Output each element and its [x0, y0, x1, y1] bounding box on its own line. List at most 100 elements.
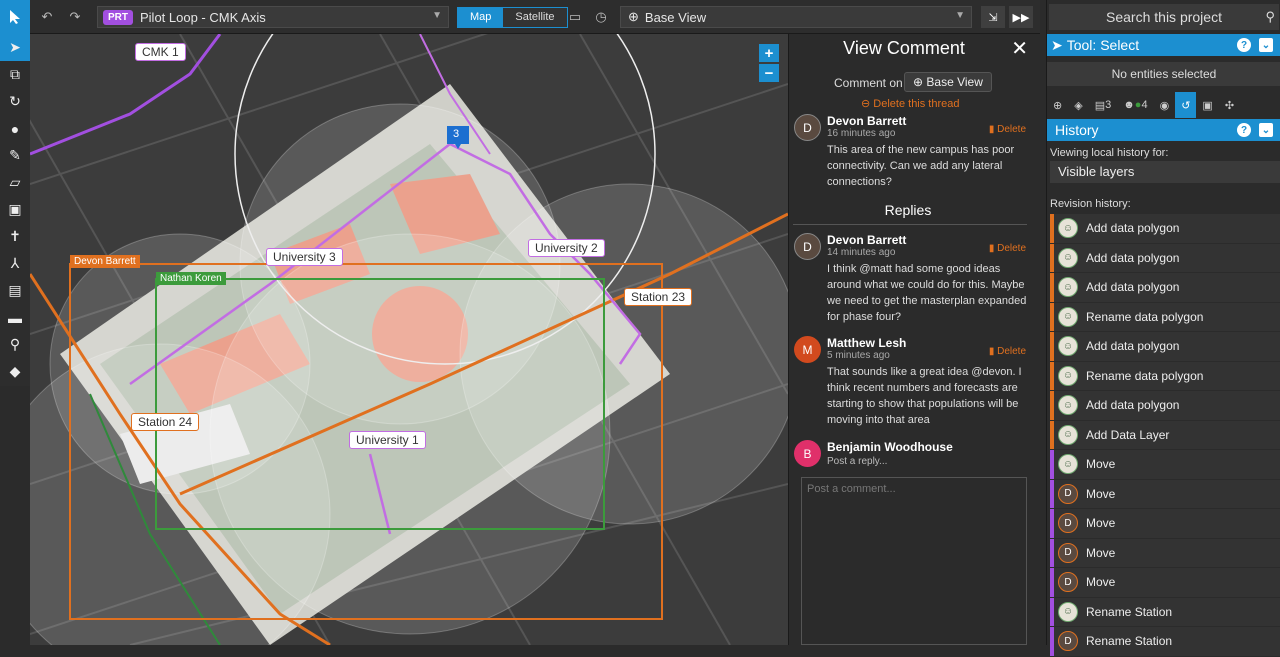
timer-button[interactable]: ◷	[592, 6, 610, 28]
tool-draw[interactable]: ✎	[0, 142, 30, 169]
redo-button[interactable]: ↷	[66, 6, 84, 28]
tab-plugins[interactable]: ✣	[1219, 92, 1240, 118]
station-label-station24[interactable]: Station 24	[131, 413, 200, 431]
marker-count[interactable]: 3	[453, 128, 459, 140]
revision-item[interactable]: ☺ Add data polygon	[1050, 332, 1280, 362]
online-dot-icon: ●	[1134, 99, 1142, 111]
station-label-university1[interactable]: University 1	[349, 431, 426, 449]
comment-text: This area of the new campus has poor con…	[827, 144, 1015, 188]
post-comment-input[interactable]: Post a comment...	[801, 477, 1027, 645]
comment-delete-link[interactable]: ▮ Delete	[989, 124, 1026, 135]
revision-item[interactable]: D Move	[1050, 509, 1280, 539]
tab-users[interactable]: ☻ ● 4	[1117, 92, 1153, 118]
avatar: M	[794, 336, 821, 363]
revision-item[interactable]: D Move	[1050, 538, 1280, 568]
tool-rotate[interactable]: ↻	[0, 88, 30, 115]
revision-item[interactable]: ☺ Add data polygon	[1050, 391, 1280, 421]
revision-item[interactable]: ☺ Move	[1050, 450, 1280, 480]
tool-select[interactable]: ➤	[0, 34, 30, 61]
avatar: ☺	[1058, 454, 1078, 475]
compress-icon: ⇲	[988, 11, 998, 24]
tool-search[interactable]: ⚲	[0, 331, 30, 358]
avatar: D	[1058, 542, 1078, 563]
tool-copy[interactable]: ⧉	[0, 61, 30, 88]
tab-history[interactable]: ↺	[1175, 92, 1197, 118]
comment-on-label: Comment on	[834, 76, 903, 90]
avatar: ☺	[1058, 424, 1078, 445]
map-button[interactable]: Map	[458, 8, 504, 27]
zoom-in-button[interactable]: +	[759, 44, 779, 62]
map-type-toggle: Map Satellite	[457, 7, 568, 28]
tool-route[interactable]: ⅄	[0, 250, 30, 277]
revision-item[interactable]: D Move	[1050, 568, 1280, 598]
comment-delete-label: Delete	[997, 124, 1026, 135]
revision-color-bar	[1050, 509, 1054, 538]
selection-status: No entities selected	[1047, 62, 1280, 86]
avatar: ☺	[1058, 306, 1078, 327]
station-label-station23[interactable]: Station 23	[624, 288, 693, 306]
reply-delete-link[interactable]: ▮ Delete	[989, 243, 1026, 254]
help-icon[interactable]: ?	[1237, 38, 1251, 52]
revision-item[interactable]: ☺ Rename Station	[1050, 597, 1280, 627]
tab-globe[interactable]: ⊕	[1047, 92, 1068, 118]
zoom-out-button[interactable]: −	[759, 64, 779, 82]
revision-item[interactable]: D Rename Station	[1050, 627, 1280, 657]
revision-item[interactable]: ☺ Add data polygon	[1050, 273, 1280, 303]
tool-erase[interactable]: ▱	[0, 169, 30, 196]
revision-item[interactable]: ☺ Add data polygon	[1050, 243, 1280, 273]
tool-measure[interactable]: ▬	[0, 304, 30, 331]
help-icon[interactable]: ?	[1237, 123, 1251, 137]
revision-color-bar	[1050, 391, 1054, 420]
revision-color-bar	[1050, 302, 1054, 331]
reply-delete-link[interactable]: ▮ Delete	[989, 346, 1026, 357]
close-icon[interactable]: ✕	[1011, 36, 1028, 61]
tool-comment[interactable]: ▤	[0, 277, 30, 304]
tool-walk[interactable]: ✝	[0, 223, 30, 250]
user-tag-nathan: Nathan Koren	[156, 272, 226, 285]
revision-label-text: Add data polygon	[1086, 339, 1180, 354]
station-label-university3[interactable]: University 3	[266, 248, 343, 266]
collapse-icon[interactable]: ⌄	[1259, 123, 1273, 137]
revision-item[interactable]: ☺ Add data polygon	[1050, 214, 1280, 244]
tab-transit[interactable]: ▣	[1196, 92, 1218, 118]
collapse-button[interactable]: ⇲	[981, 6, 1005, 28]
revision-item[interactable]: ☺ Rename data polygon	[1050, 302, 1280, 332]
tab-comments[interactable]: ▤ 3	[1089, 92, 1118, 118]
search-icon: ⚲	[1265, 9, 1275, 24]
collapse-icon[interactable]: ⌄	[1259, 38, 1273, 52]
tool-3d[interactable]: ◆	[0, 358, 30, 385]
tab-layers[interactable]: ◈	[1068, 92, 1088, 118]
comment-base-view-button[interactable]: ⊕ Base View	[904, 72, 992, 92]
avatar: D	[1058, 513, 1078, 534]
revision-color-bar	[1050, 273, 1054, 302]
post-reply-link[interactable]: Post a reply...	[827, 456, 887, 467]
undo-button[interactable]: ↶	[38, 6, 56, 28]
present-button[interactable]: ▭	[566, 6, 584, 28]
trash-icon: ▮	[988, 346, 998, 357]
avatar: ☺	[1058, 218, 1078, 239]
revision-item[interactable]: ☺ Add Data Layer	[1050, 420, 1280, 450]
comment-icon: ▤	[8, 282, 22, 298]
revision-item[interactable]: ☺ Rename data polygon	[1050, 361, 1280, 391]
station-label-cmk1[interactable]: CMK 1	[135, 43, 186, 61]
train-icon: ▣	[1202, 99, 1213, 112]
revision-color-bar	[1050, 332, 1054, 361]
reply-text: That sounds like a great idea @devon. I …	[827, 366, 1022, 426]
forward-button[interactable]: ▶▶	[1009, 6, 1033, 28]
map-canvas[interactable]: 3 CMK 1 University 2 University 3 Univer…	[30, 34, 788, 645]
base-view-selector[interactable]: ⊕ Base View ▼	[620, 6, 972, 28]
select-tool-button[interactable]	[0, 0, 30, 34]
satellite-button[interactable]: Satellite	[503, 8, 567, 27]
eraser-icon: ▱	[9, 174, 21, 190]
project-selector[interactable]: PRT Pilot Loop - CMK Axis ▼	[97, 6, 449, 28]
tab-visibility[interactable]: ◉	[1154, 92, 1176, 118]
revision-item[interactable]: D Move	[1050, 479, 1280, 509]
avatar: D	[794, 114, 821, 141]
history-scope-select[interactable]: Visible layers	[1050, 161, 1280, 183]
revision-label-text: Add data polygon	[1086, 250, 1180, 265]
search-input[interactable]: Search this project ⚲	[1049, 4, 1279, 30]
tool-pin[interactable]: ●	[0, 115, 30, 142]
delete-thread-link[interactable]: ⊖ Delete this thread	[861, 97, 960, 110]
station-label-university2[interactable]: University 2	[528, 239, 605, 257]
tool-transit[interactable]: ▣	[0, 196, 30, 223]
